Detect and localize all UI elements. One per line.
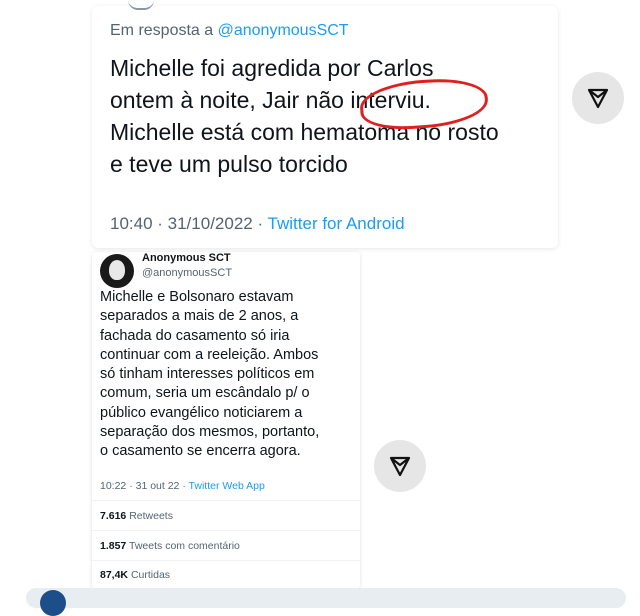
divider (92, 500, 360, 501)
original-tweet-line: só tinham interesses políticos em (100, 366, 315, 383)
divider (92, 560, 360, 561)
reply-tweet-line: Michelle foi agredida por Carlos (110, 55, 434, 81)
reply-handle-link[interactable]: @anonymousSCT (218, 22, 349, 39)
original-tweet-line: fachada do casamento só iria (100, 327, 290, 344)
stat-label: Tweets com comentário (129, 540, 240, 552)
reply-tweet-meta: 10:40 · 31/10/2022 · Twitter for Android (110, 214, 405, 234)
reply-to-line: Em resposta a @anonymousSCT (110, 22, 349, 40)
reply-tweet-line: Michelle está com hematoma no rosto (110, 119, 499, 145)
reply-tweet-text: Michelle foi agredida por Carlos ontem à… (110, 52, 550, 180)
avatar[interactable] (100, 254, 134, 288)
original-tweet-meta: 10:22 · 31 out 22 · Twitter Web App (100, 480, 265, 492)
stat-label: Curtidas (130, 569, 171, 581)
quote-tweets-stat[interactable]: 1.857 Tweets com comentário (100, 540, 240, 552)
retweets-stat[interactable]: 7.616 Retweets (100, 510, 173, 522)
anonymous-mask-icon (109, 260, 125, 280)
stat-value: 87,4K (100, 569, 129, 581)
reply-timestamp: 10:40 · 31/10/2022 · (110, 214, 268, 233)
stat-value: 7.616 (100, 510, 127, 522)
bottom-bar (26, 588, 626, 608)
likes-stat[interactable]: 87,4K Curtidas (100, 569, 170, 581)
original-timestamp: 10:22 · 31 out 22 · (100, 480, 189, 492)
original-tweet-line: separados a mais de 2 anos, a (100, 308, 299, 325)
stat-value: 1.857 (100, 540, 127, 552)
original-tweet-line: público evangélico noticiarem a (100, 404, 303, 421)
author-name[interactable]: Anonymous SCT (142, 252, 231, 264)
reply-prefix: Em resposta a (110, 22, 214, 39)
share-send-icon (587, 88, 609, 109)
original-tweet-line: continuar com a reeleição. Ambos (100, 346, 319, 363)
original-tweet-line: Michelle e Bolsonaro estavam (100, 289, 294, 305)
divider (92, 530, 360, 531)
original-tweet-line: o casamento se encerra agora. (100, 443, 301, 460)
share-button[interactable] (572, 72, 624, 124)
original-tweet-text: Michelle e Bolsonaro estavam separados a… (100, 288, 362, 462)
share-button[interactable] (374, 440, 426, 492)
bottom-avatar[interactable] (40, 590, 66, 616)
original-tweet-line: separação dos mesmos, portanto, (100, 424, 320, 441)
reply-tweet-line: e teve um pulso torcido (110, 151, 348, 177)
reply-source-link[interactable]: Twitter for Android (268, 214, 405, 233)
original-source-link[interactable]: Twitter Web App (189, 480, 265, 492)
original-tweet-line: comum, seria um escândalo p/ o (100, 385, 310, 402)
author-handle[interactable]: @anonymousSCT (142, 267, 232, 279)
share-send-icon (389, 456, 411, 477)
stat-label: Retweets (129, 510, 173, 522)
